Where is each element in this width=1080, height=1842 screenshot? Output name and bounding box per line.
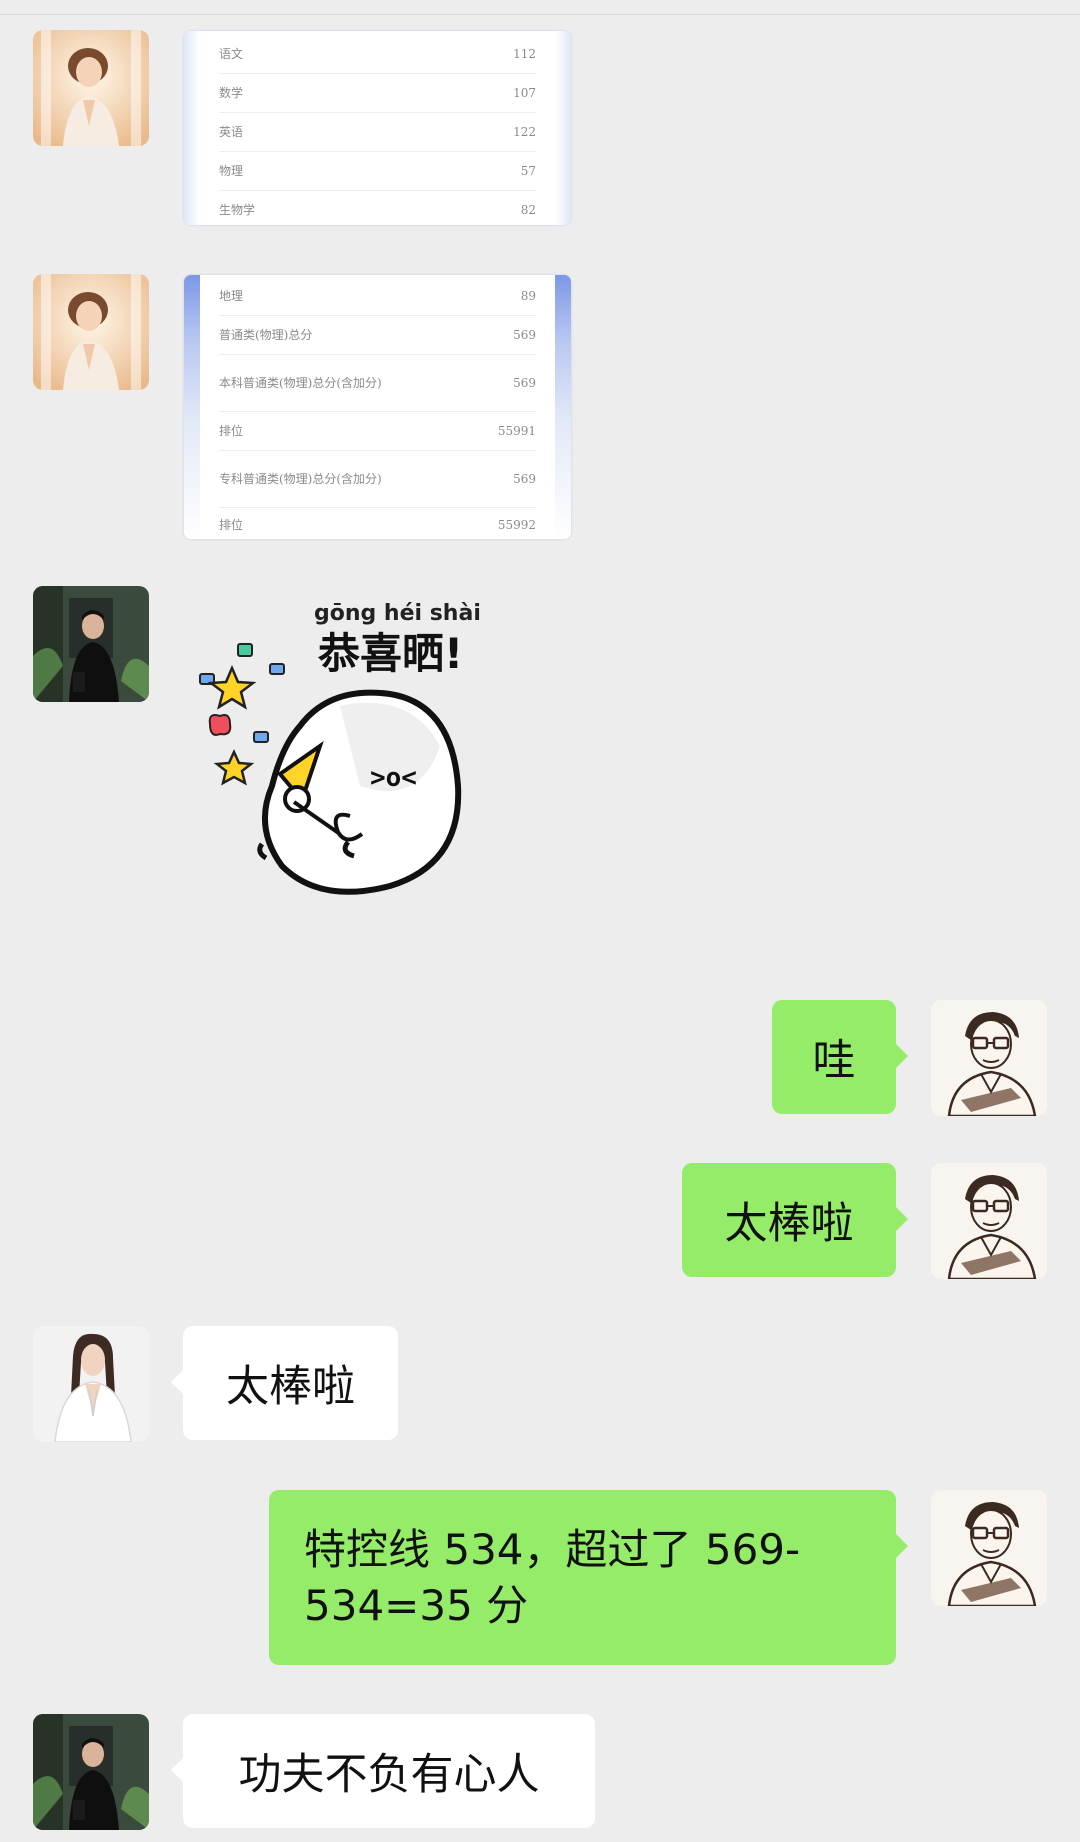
score-row: 物理 57 xyxy=(219,152,536,191)
score-row: 语文 112 xyxy=(219,35,536,74)
confetti xyxy=(269,663,285,675)
avatar-sketch-man[interactable] xyxy=(931,1163,1047,1279)
score-row: 排位 55992 xyxy=(219,508,536,539)
avatar-woman-in-white[interactable] xyxy=(33,1326,149,1442)
sent-message-bubble[interactable]: 哇 xyxy=(772,1000,908,1114)
bird-face: >o< xyxy=(370,763,417,793)
score-label: 语文 xyxy=(219,47,244,61)
score-label: 生物学 xyxy=(219,203,256,217)
message-text: 功夫不负有心人 xyxy=(238,1750,540,1800)
avatar-sketch-man[interactable] xyxy=(931,1490,1047,1606)
sticker-caption: 恭喜晒! xyxy=(317,629,463,678)
score-value: 112 xyxy=(513,47,536,61)
sticker-pinyin: gōng héi shài xyxy=(314,601,481,626)
image-message-scores-1[interactable]: 语文 112 数学 107 英语 122 物理 57 生物学 82 xyxy=(183,30,572,226)
star-icon xyxy=(213,748,255,786)
score-value: 55991 xyxy=(497,424,536,438)
top-divider xyxy=(0,0,1080,15)
confetti xyxy=(253,731,269,743)
message-text: 哇 xyxy=(812,1036,856,1086)
received-message-bubble[interactable]: 太棒啦 xyxy=(171,1326,398,1440)
score-value: 82 xyxy=(520,203,536,217)
score-label: 排位 xyxy=(219,424,244,438)
avatar-woman-praying[interactable] xyxy=(33,30,149,146)
received-message-bubble[interactable]: 功夫不负有心人 xyxy=(171,1714,595,1828)
score-value: 107 xyxy=(513,86,536,100)
message-text: 太棒啦 xyxy=(724,1199,854,1249)
score-row: 专科普通类(物理)总分(含加分) 569 xyxy=(219,451,536,508)
congratulations-sticker[interactable]: gōng héi shài 恭喜晒! >o< xyxy=(190,596,530,941)
avatar-man-in-black[interactable] xyxy=(33,586,149,702)
score-row: 排位 55991 xyxy=(219,412,536,451)
score-row: 生物学 82 xyxy=(219,191,536,225)
message-text: 特控线 534，超过了 569- 534=35 分 xyxy=(304,1524,801,1630)
avatar-sketch-man[interactable] xyxy=(931,1000,1047,1116)
image-message-scores-2[interactable]: 地理 89 普通类(物理)总分 569 本科普通类(物理)总分(含加分) 569 排位… xyxy=(183,274,572,540)
avatar-man-in-black[interactable] xyxy=(33,1714,149,1830)
score-label: 物理 xyxy=(219,164,244,178)
score-row: 本科普通类(物理)总分(含加分) 569 xyxy=(219,355,536,412)
score-value: 569 xyxy=(513,376,536,390)
score-value: 89 xyxy=(520,289,536,303)
score-row: 英语 122 xyxy=(219,113,536,152)
score-label: 本科普通类(物理)总分(含加分) xyxy=(219,376,382,390)
message-text: 太棒啦 xyxy=(226,1362,355,1412)
confetti xyxy=(237,643,253,657)
score-value: 122 xyxy=(513,125,536,139)
score-label: 普通类(物理)总分 xyxy=(219,328,313,342)
sent-message-bubble[interactable]: 特控线 534，超过了 569- 534=35 分 xyxy=(269,1490,908,1665)
score-value: 55992 xyxy=(497,518,536,532)
score-value: 569 xyxy=(513,328,536,342)
score-value: 569 xyxy=(513,472,536,486)
avatar-woman-praying[interactable] xyxy=(33,274,149,390)
score-row: 地理 89 xyxy=(219,277,536,316)
score-label: 英语 xyxy=(219,125,244,139)
score-label: 数学 xyxy=(219,86,244,100)
confetti xyxy=(208,714,232,736)
sent-message-bubble[interactable]: 太棒啦 xyxy=(682,1163,908,1277)
score-label: 专科普通类(物理)总分(含加分) xyxy=(219,472,382,486)
score-value: 57 xyxy=(520,164,536,178)
score-label: 地理 xyxy=(219,289,244,303)
star-icon xyxy=(207,664,257,710)
score-row: 数学 107 xyxy=(219,74,536,113)
score-row: 普通类(物理)总分 569 xyxy=(219,316,536,355)
score-label: 排位 xyxy=(219,518,244,532)
